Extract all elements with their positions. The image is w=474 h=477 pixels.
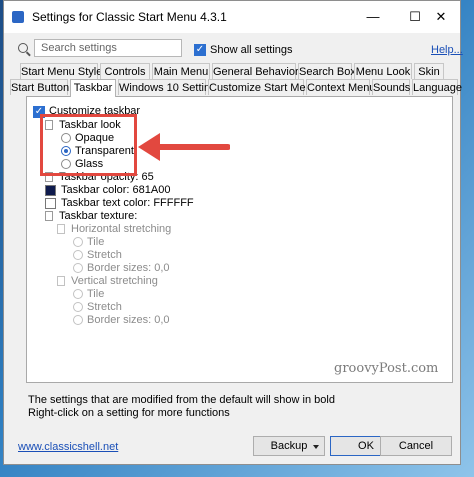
search-icon [18, 43, 28, 53]
setting-doc-icon [45, 211, 53, 221]
help-link[interactable]: Help... [431, 44, 463, 56]
v-border-radio[interactable] [73, 315, 83, 325]
v-stretch-radio[interactable] [73, 302, 83, 312]
close-button[interactable]: ✕ [424, 6, 458, 28]
tab-customize-start-menu[interactable]: Customize Start Menu [208, 79, 318, 95]
horizontal-stretching-label: Horizontal stretching [71, 223, 172, 235]
backup-label: Backup [270, 440, 308, 452]
v-tile-radio[interactable] [73, 289, 83, 299]
tab-menu-look[interactable]: Menu Look [354, 63, 412, 79]
h-border-radio[interactable] [73, 263, 83, 273]
tab-taskbar[interactable]: Taskbar [70, 79, 116, 97]
show-all-checkbox[interactable]: ✓ [194, 44, 206, 56]
tab-general-behavior[interactable]: General Behavior [212, 63, 299, 79]
tab-language[interactable]: Language [412, 79, 462, 95]
annotation-highlight-box [40, 114, 137, 176]
h-stretch-radio[interactable] [73, 250, 83, 260]
color-label: Taskbar color: 681A00 [61, 184, 171, 196]
taskbar-color-swatch[interactable] [45, 185, 56, 196]
text-color-swatch[interactable] [45, 198, 56, 209]
tab-context-menu[interactable]: Context Menu [306, 79, 375, 95]
h-border-label: Border sizes: 0,0 [87, 262, 170, 274]
h-tile-radio[interactable] [73, 237, 83, 247]
search-input[interactable] [34, 39, 182, 57]
tab-search-box[interactable]: Search Box [298, 63, 356, 79]
v-stretch-label: Stretch [87, 301, 122, 313]
status-line-1: The settings that are modified from the … [28, 394, 335, 406]
backup-button[interactable]: Backup [253, 436, 325, 456]
tab-main-menu[interactable]: Main Menu [152, 63, 210, 79]
annotation-arrow-icon [138, 133, 230, 161]
show-all-label[interactable]: Show all settings [210, 44, 293, 56]
vertical-stretching-label: Vertical stretching [71, 275, 158, 287]
window-title: Settings for Classic Start Menu 4.3.1 [32, 10, 227, 24]
chevron-down-icon [313, 445, 319, 449]
tab-windows-10-settings[interactable]: Windows 10 Settings [118, 79, 222, 95]
v-border-label: Border sizes: 0,0 [87, 314, 170, 326]
settings-window: Settings for Classic Start Menu 4.3.1 — … [3, 0, 463, 465]
toolbar: ✓ Show all settings Help... [4, 37, 463, 61]
app-icon [12, 11, 24, 23]
v-tile-label: Tile [87, 288, 105, 300]
setting-doc-icon [57, 224, 65, 234]
status-line-2: Right-click on a setting for more functi… [28, 407, 230, 419]
cancel-button[interactable]: Cancel [380, 436, 452, 456]
texture-label: Taskbar texture: [59, 210, 138, 222]
h-stretch-label: Stretch [87, 249, 122, 261]
minimize-button[interactable]: — [356, 6, 390, 28]
title-bar[interactable]: Settings for Classic Start Menu 4.3.1 — … [4, 1, 460, 33]
text-color-label: Taskbar text color: FFFFFF [61, 197, 194, 209]
watermark: groovyPost.com [334, 361, 439, 376]
tab-start-menu-style[interactable]: Start Menu Style [20, 63, 102, 79]
tab-start-button[interactable]: Start Button [10, 79, 69, 95]
tab-sounds[interactable]: Sounds [372, 79, 410, 95]
tab-skin[interactable]: Skin [414, 63, 444, 79]
h-tile-label: Tile [87, 236, 105, 248]
setting-doc-icon [57, 276, 65, 286]
website-link[interactable]: www.classicshell.net [18, 441, 118, 453]
tab-controls[interactable]: Controls [100, 63, 150, 79]
